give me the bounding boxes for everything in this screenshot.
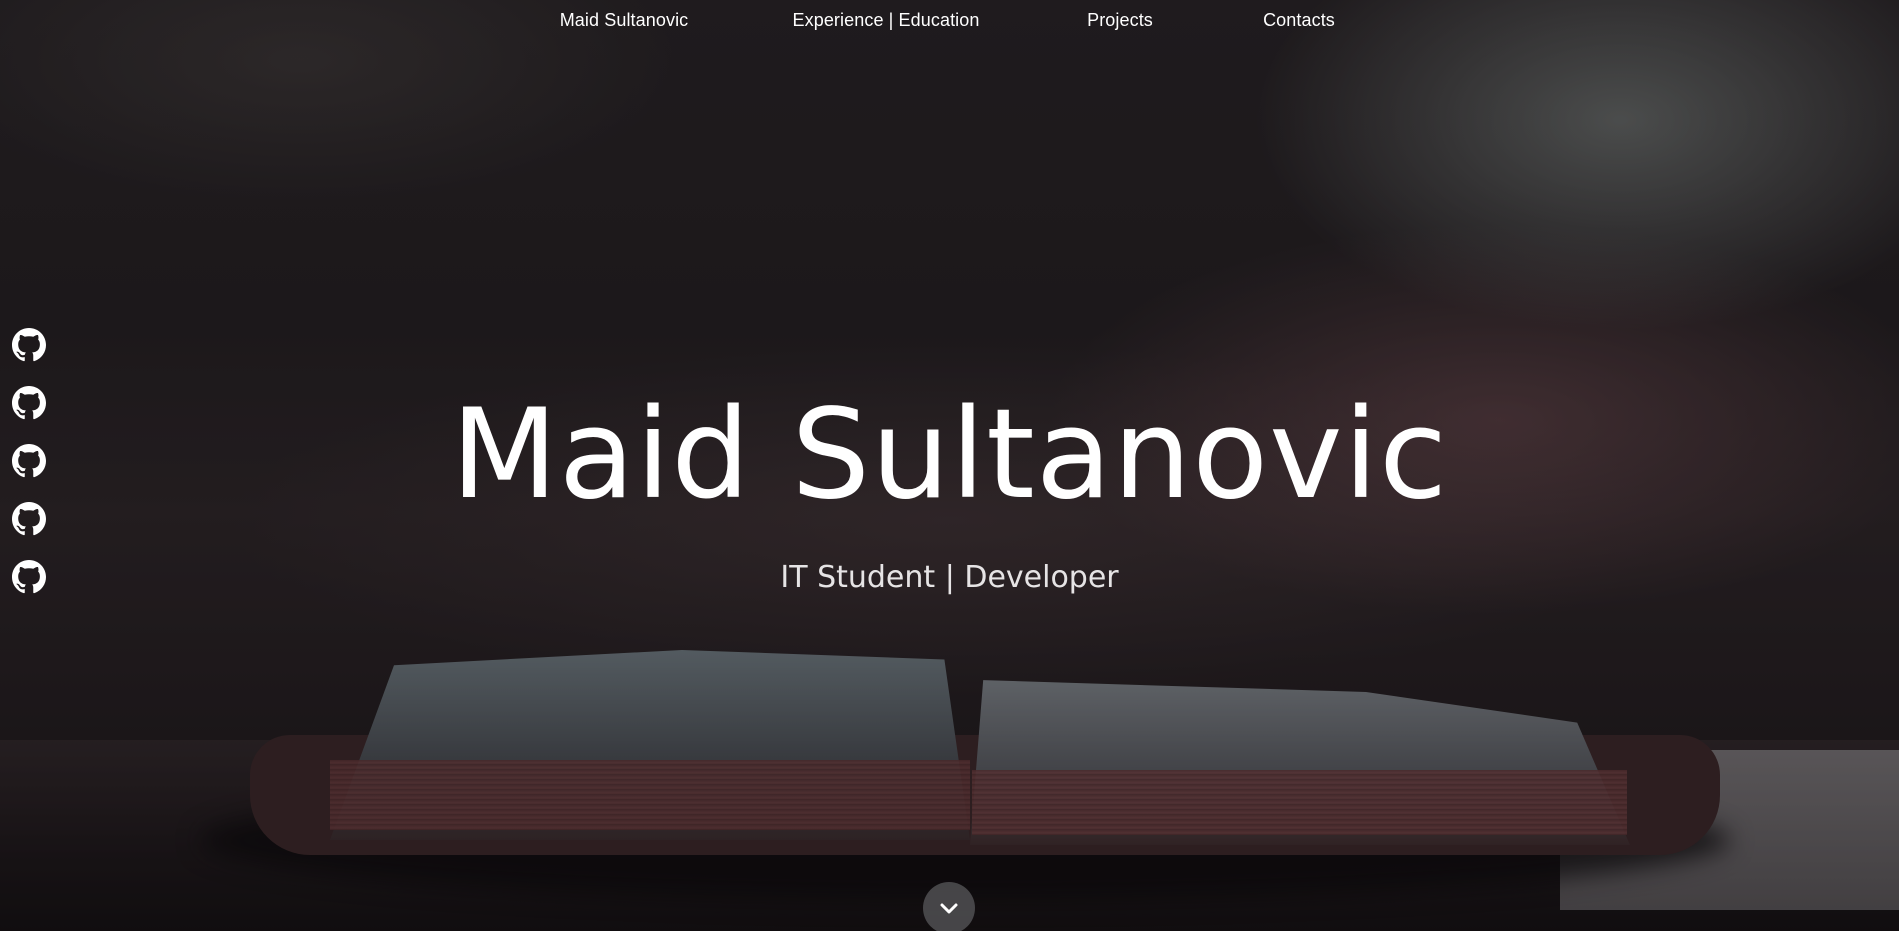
nav-link-home[interactable]: Maid Sultanovic [560, 10, 689, 31]
hero-title: Maid Sultanovic [450, 383, 1449, 527]
github-icon [12, 328, 46, 362]
hero-section: Maid Sultanovic Experience | Education P… [0, 0, 1899, 931]
top-navigation: Maid Sultanovic Experience | Education P… [0, 0, 1899, 42]
nav-link-contacts[interactable]: Contacts [1263, 10, 1335, 31]
chevron-down-icon [940, 903, 958, 914]
scroll-down-button[interactable] [923, 882, 975, 931]
nav-link-projects[interactable]: Projects [1087, 10, 1153, 31]
github-link-1[interactable] [12, 328, 46, 362]
hero-subtitle: IT Student | Developer [780, 560, 1119, 595]
nav-link-experience-education[interactable]: Experience | Education [793, 10, 980, 31]
